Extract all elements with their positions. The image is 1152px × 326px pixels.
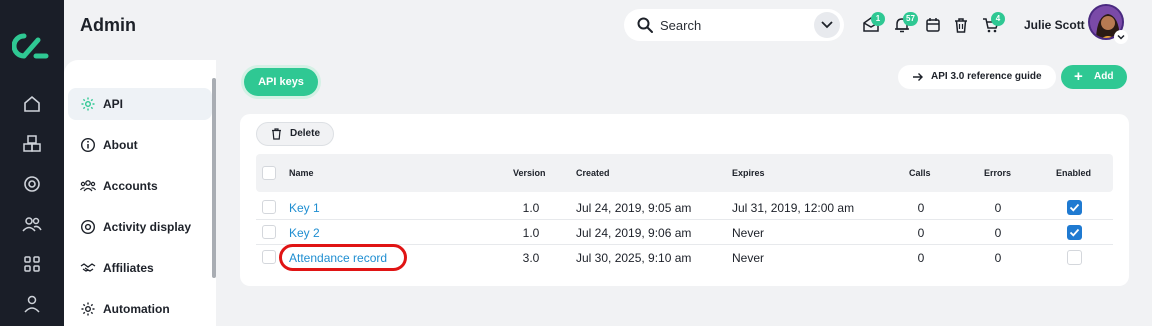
expires-cell: Never — [732, 226, 765, 240]
gear-icon — [81, 302, 95, 316]
enabled-checkbox[interactable] — [1067, 200, 1082, 215]
table-row: Key 1 1.0 Jul 24, 2019, 9:05 am Jul 31, … — [256, 196, 1113, 220]
row-checkbox[interactable] — [262, 225, 276, 239]
calls-cell: 0 — [917, 201, 925, 215]
calls-cell: 0 — [917, 251, 925, 265]
column-header-created[interactable]: Created — [576, 168, 610, 178]
logo-icon[interactable] — [12, 32, 52, 60]
search-scope-dropdown[interactable] — [814, 12, 840, 38]
sidebar-item-label: Accounts — [103, 179, 158, 193]
errors-cell: 0 — [994, 201, 1002, 215]
calls-cell: 0 — [917, 226, 925, 240]
table-row: Key 2 1.0 Jul 24, 2019, 9:06 am Never 0 … — [256, 221, 1113, 245]
page-title: Admin — [80, 15, 136, 35]
highlight-annotation — [279, 244, 407, 271]
sidebar-item-accounts[interactable]: Accounts — [68, 170, 212, 202]
search-bar[interactable]: Search — [624, 9, 844, 41]
column-header-expires[interactable]: Expires — [732, 168, 765, 178]
search-label: Search — [660, 18, 702, 33]
trash-icon[interactable] — [952, 16, 970, 34]
app-rail — [0, 0, 64, 326]
boxes-icon[interactable] — [21, 133, 43, 155]
column-header-enabled[interactable]: Enabled — [1056, 168, 1091, 178]
version-cell: 1.0 — [522, 201, 540, 215]
account-menu-toggle[interactable] — [1114, 30, 1128, 44]
sidebar-item-label: Affiliates — [103, 261, 154, 275]
api-reference-guide-button[interactable]: API 3.0 reference guide — [898, 65, 1056, 89]
home-icon[interactable] — [21, 93, 43, 115]
user-name: Julie Scott — [1024, 18, 1085, 32]
created-cell: Jul 30, 2025, 9:10 am — [576, 251, 692, 265]
sidebar-item-automation[interactable]: Automation — [68, 293, 212, 325]
errors-cell: 0 — [994, 226, 1002, 240]
column-header-calls[interactable]: Calls — [909, 168, 931, 178]
column-header-errors[interactable]: Errors — [984, 168, 1011, 178]
chevron-down-icon — [1117, 34, 1125, 40]
column-header-version[interactable]: Version — [513, 168, 546, 178]
info-icon — [80, 137, 96, 153]
sidebar-item-label: Activity display — [103, 220, 192, 234]
column-header-name[interactable]: Name — [289, 168, 314, 178]
table-header: Name Version Created Expires Calls Error… — [256, 154, 1113, 192]
target-icon[interactable] — [21, 173, 43, 195]
errors-cell: 0 — [994, 251, 1002, 265]
sidebar-item-about[interactable]: About — [68, 129, 212, 161]
chevron-down-icon — [821, 21, 833, 29]
row-checkbox[interactable] — [262, 200, 276, 214]
trash-icon — [272, 128, 281, 140]
delete-button[interactable]: Delete — [256, 122, 334, 146]
users-icon — [80, 180, 96, 192]
sidebar-item-label: About — [103, 138, 138, 152]
person-icon[interactable] — [21, 293, 43, 315]
target-icon — [80, 219, 96, 235]
sidebar-scrollbar[interactable] — [212, 78, 216, 278]
gear-icon — [81, 97, 95, 111]
expires-cell: Jul 31, 2019, 12:00 am — [732, 201, 855, 215]
add-button[interactable]: + Add — [1061, 65, 1127, 89]
settings-menu: API About Accounts Activity display Affi… — [64, 60, 216, 326]
handshake-icon — [80, 263, 96, 272]
add-button-label: Add — [1094, 71, 1114, 82]
notification-count-badge: 57 — [903, 12, 918, 26]
tab-api-keys[interactable]: API keys — [244, 68, 318, 96]
row-checkbox[interactable] — [262, 250, 276, 264]
delete-button-label: Delete — [290, 128, 321, 139]
users-icon[interactable] — [21, 213, 43, 235]
plus-icon: + — [1074, 68, 1083, 85]
mail-count-badge: 1 — [871, 12, 885, 26]
version-cell: 3.0 — [522, 251, 540, 265]
key-name-link[interactable]: Key 2 — [289, 226, 320, 240]
enabled-checkbox[interactable] — [1067, 250, 1082, 265]
api-reference-guide-label: API 3.0 reference guide — [931, 71, 1042, 82]
sidebar-item-api[interactable]: API — [68, 88, 212, 120]
version-cell: 1.0 — [522, 226, 540, 240]
sidebar-item-affiliates[interactable]: Affiliates — [68, 252, 212, 284]
calendar-icon[interactable] — [924, 16, 942, 34]
key-name-link[interactable]: Key 1 — [289, 201, 320, 215]
checkmark-icon — [1069, 228, 1080, 237]
checkmark-icon — [1069, 203, 1080, 212]
select-all-checkbox[interactable] — [262, 166, 276, 180]
enabled-checkbox[interactable] — [1067, 225, 1082, 240]
arrow-right-icon — [913, 73, 923, 81]
apps-grid-icon[interactable] — [21, 253, 43, 275]
sidebar-item-label: API — [103, 97, 124, 111]
sidebar-item-activity-display[interactable]: Activity display — [68, 211, 212, 243]
expires-cell: Never — [732, 251, 765, 265]
cart-count-badge: 4 — [991, 12, 1005, 26]
sidebar-item-label: Automation — [103, 302, 170, 316]
search-icon — [637, 17, 653, 33]
created-cell: Jul 24, 2019, 9:05 am — [576, 201, 692, 215]
created-cell: Jul 24, 2019, 9:06 am — [576, 226, 692, 240]
